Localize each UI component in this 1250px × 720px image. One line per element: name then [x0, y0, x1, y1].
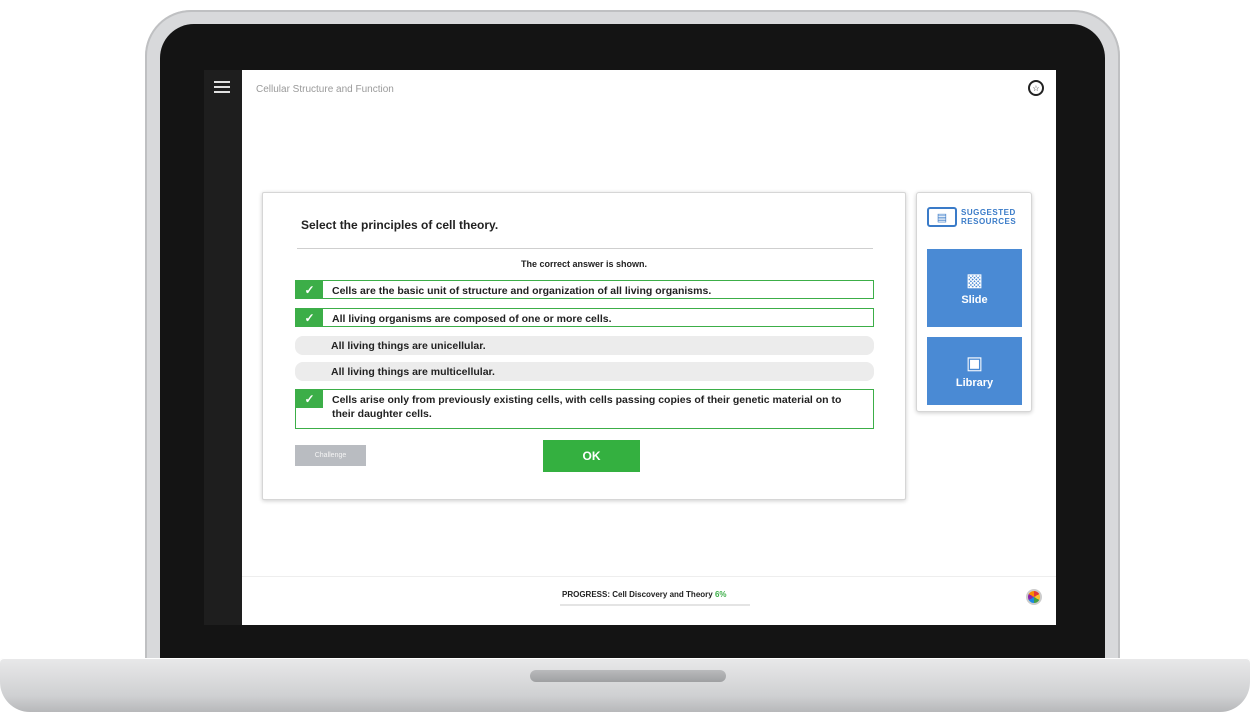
breadcrumb[interactable]: Cellular Structure and Function	[256, 84, 394, 95]
library-button[interactable]: ▣ Library	[927, 337, 1022, 405]
answer-option-5[interactable]: ✓ Cells arise only from previously exist…	[295, 389, 874, 429]
answer-option-3[interactable]: All living things are unicellular.	[295, 336, 874, 355]
resources-title-line1: SUGGESTED	[961, 208, 1016, 217]
hamburger-icon[interactable]	[214, 81, 230, 93]
ok-button[interactable]: OK	[543, 440, 640, 472]
answer-option-1[interactable]: ✓ Cells are the basic unit of structure …	[295, 280, 874, 299]
check-icon: ✓	[296, 390, 323, 408]
answer-option-4[interactable]: All living things are multicellular.	[295, 362, 874, 381]
resources-header: ▤ SUGGESTED RESOURCES	[927, 203, 1023, 231]
presenter-icon: ▩	[965, 270, 983, 290]
slide-button[interactable]: ▩ Slide	[927, 249, 1022, 327]
sidebar	[204, 70, 242, 625]
resources-title-line2: RESOURCES	[961, 217, 1017, 226]
challenge-button[interactable]: Challenge	[295, 445, 366, 466]
laptop-notch	[530, 670, 726, 682]
option-text: All living things are unicellular.	[331, 340, 486, 352]
slide-label: Slide	[961, 294, 988, 306]
color-wheel-icon[interactable]	[1026, 589, 1042, 605]
divider	[297, 248, 873, 249]
option-text: All living things are multicellular.	[331, 366, 495, 378]
library-label: Library	[955, 377, 994, 389]
book-icon: ▣	[965, 353, 983, 373]
question-prompt: Select the principles of cell theory.	[301, 218, 499, 232]
progress-bar	[560, 604, 750, 606]
option-text: All living organisms are composed of one…	[332, 313, 612, 325]
check-icon: ✓	[296, 309, 323, 326]
answer-option-2[interactable]: ✓ All living organisms are composed of o…	[295, 308, 874, 327]
progress-label: PROGRESS: Cell Discovery and Theory	[562, 590, 713, 599]
option-text: Cells arise only from previously existin…	[332, 394, 842, 420]
resources-icon: ▤	[927, 207, 957, 227]
suggested-resources-panel: ▤ SUGGESTED RESOURCES ▩ Slide ▣ Library	[916, 192, 1032, 412]
app-screen: Cellular Structure and Function ☆ Select…	[204, 70, 1056, 625]
option-text: Cells are the basic unit of structure an…	[332, 285, 712, 297]
laptop-base	[0, 658, 1250, 712]
trophy-icon[interactable]: ☆	[1028, 80, 1044, 96]
question-card: Select the principles of cell theory. Th…	[262, 192, 906, 500]
progress-value: 6%	[714, 590, 727, 599]
footer: PROGRESS: Cell Discovery and Theory 6%	[242, 576, 1056, 625]
check-icon: ✓	[296, 281, 323, 298]
resources-title: SUGGESTED RESOURCES	[961, 208, 1016, 226]
progress-text: PROGRESS: Cell Discovery and Theory 6%	[562, 590, 727, 599]
answer-note: The correct answer is shown.	[520, 259, 648, 269]
